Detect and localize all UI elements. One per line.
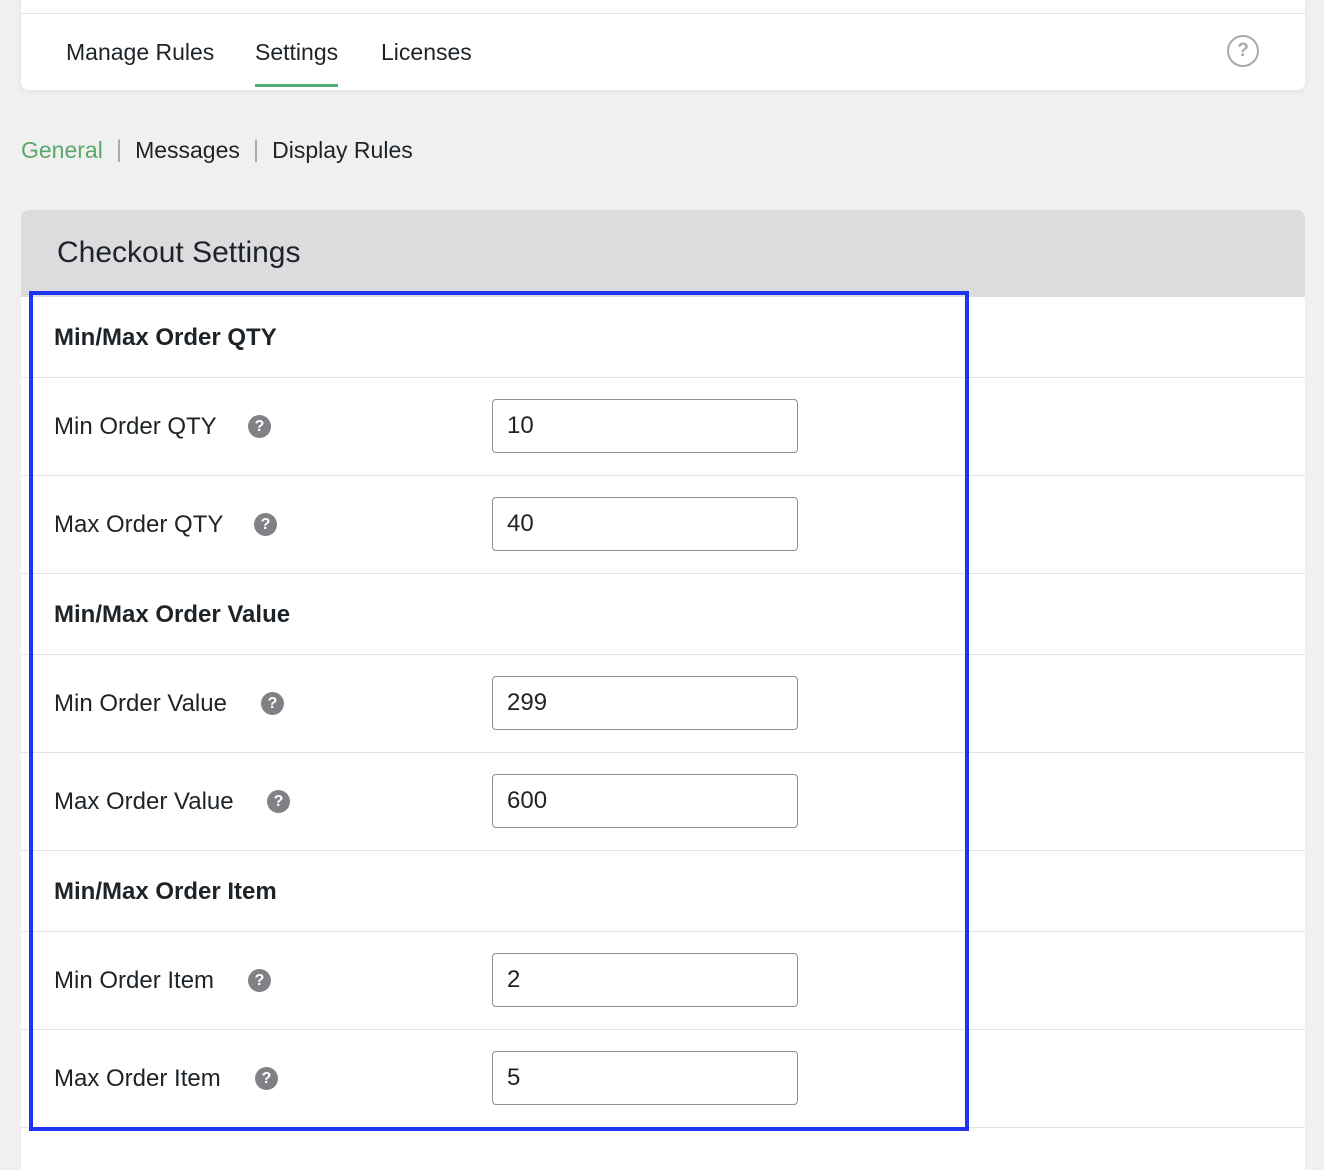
question-mark-icon[interactable]: ? (255, 1067, 278, 1090)
field-row: Min Order Value ? (21, 655, 1305, 753)
field-row: Max Order Value ? (21, 753, 1305, 851)
subnav-display-rules[interactable]: Display Rules (272, 137, 413, 164)
panel-header: Checkout Settings (21, 210, 1305, 297)
question-mark-icon[interactable]: ? (267, 790, 290, 813)
question-mark-icon[interactable]: ? (248, 415, 271, 438)
question-mark-icon[interactable]: ? (261, 692, 284, 715)
section-header-row: Min/Max Order Value (21, 574, 1305, 655)
tab-settings[interactable]: Settings (255, 39, 339, 87)
section-header-row: Min/Max Order Item (21, 851, 1305, 932)
field-label: Min Order Item (54, 967, 215, 994)
subnav-separator: | (252, 136, 260, 163)
max-order-qty-input[interactable] (492, 497, 798, 551)
field-label: Max Order Item (54, 1065, 221, 1092)
min-order-qty-input[interactable] (492, 399, 798, 453)
subnav-separator: | (115, 136, 123, 163)
min-order-item-input[interactable] (492, 953, 798, 1007)
subnav-general[interactable]: General (21, 137, 103, 164)
settings-subnav: General | Messages | Display Rules (21, 136, 413, 164)
field-row: Max Order QTY ? (21, 476, 1305, 574)
tab-licenses[interactable]: Licenses (381, 39, 472, 66)
subnav-messages[interactable]: Messages (135, 137, 240, 164)
field-row: Min Order QTY ? (21, 378, 1305, 476)
divider (21, 13, 1305, 14)
section-title: Min/Max Order Item (54, 878, 277, 905)
question-mark-icon[interactable]: ? (248, 969, 271, 992)
field-row: Max Order Item ? (21, 1030, 1305, 1128)
panel-title: Checkout Settings (57, 236, 301, 269)
checkout-settings-panel: Checkout Settings Min/Max Order QTY Min … (21, 210, 1305, 1170)
question-mark-icon[interactable]: ? (254, 513, 277, 536)
section-title: Min/Max Order Value (54, 601, 291, 628)
max-order-item-input[interactable] (492, 1051, 798, 1105)
field-label: Min Order Value (54, 690, 227, 717)
section-title: Min/Max Order QTY (54, 324, 277, 351)
tab-manage-rules[interactable]: Manage Rules (66, 39, 214, 66)
question-circle-icon[interactable]: ? (1227, 35, 1259, 67)
section-header-row: Min/Max Order QTY (21, 297, 1305, 378)
min-order-value-input[interactable] (492, 676, 798, 730)
top-nav-card: Manage Rules Settings Licenses ? (21, 0, 1305, 90)
max-order-value-input[interactable] (492, 774, 798, 828)
field-label: Min Order QTY (54, 413, 217, 440)
field-label: Max Order QTY (54, 511, 224, 538)
field-label: Max Order Value (54, 788, 234, 815)
field-row: Min Order Item ? (21, 932, 1305, 1030)
